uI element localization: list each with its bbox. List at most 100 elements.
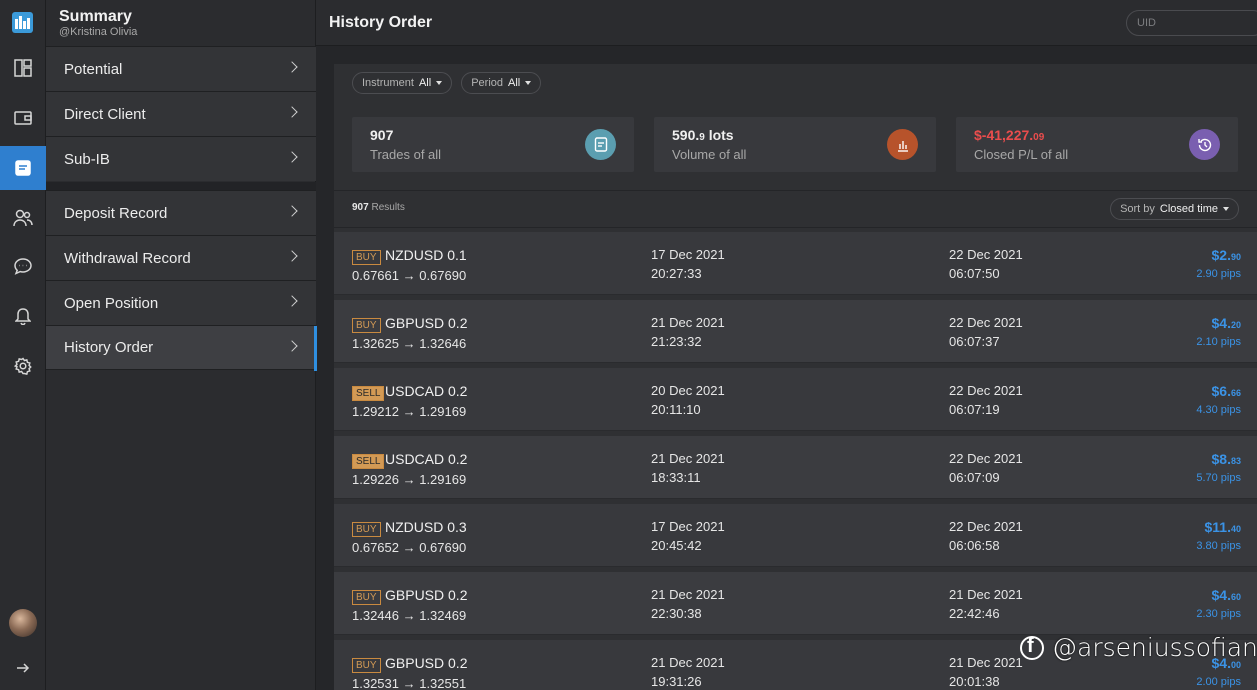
profit-value: $4.20 (1211, 315, 1241, 331)
close-time: 06:06:58 (949, 538, 1000, 553)
instrument-filter[interactable]: Instrument All (352, 72, 453, 94)
period-filter-value: All (508, 77, 521, 89)
history-clock-icon (1189, 129, 1220, 160)
close-time: 06:07:50 (949, 266, 1000, 281)
open-date: 17 Dec 2021 (651, 519, 725, 534)
close-time: 06:07:19 (949, 402, 1000, 417)
sidebar-item-label: Deposit Record (64, 204, 168, 222)
open-time: 22:30:38 (651, 606, 702, 621)
sidebar-item-direct-client[interactable]: Direct Client (46, 91, 316, 136)
instrument-pair: GBPUSD 0.2 (385, 587, 468, 603)
filter-bar: Instrument All Period All (352, 72, 542, 94)
price-range: 1.29212 → 1.29169 (352, 404, 467, 419)
bell-icon[interactable] (0, 294, 46, 338)
open-date: 21 Dec 2021 (651, 587, 725, 602)
side-badge: BUY (352, 590, 381, 605)
order-row[interactable]: BUY GBPUSD 0.2 1.32625 → 1.32646 21 Dec 202… (334, 300, 1257, 363)
open-date: 21 Dec 2021 (651, 451, 725, 466)
arrow-right-icon[interactable] (0, 646, 46, 690)
side-badge: BUY (352, 318, 381, 333)
instrument-pair: GBPUSD 0.2 (385, 655, 468, 671)
sort-dropdown[interactable]: Sort by Closed time (1110, 198, 1239, 220)
sort-label: Sort by (1120, 203, 1155, 215)
open-date: 21 Dec 2021 (651, 655, 725, 670)
sidebar-header: Summary @Kristina Olivia (46, 0, 315, 46)
sidebar-item-label: History Order (64, 339, 154, 356)
pips-value: 3.80 pips (1196, 540, 1241, 552)
order-row[interactable]: BUY GBPUSD 0.2 1.32446 → 1.32469 21 Dec 202… (334, 572, 1257, 635)
stat-volume-label: Volume of all (672, 147, 747, 162)
order-row[interactable]: BUY NZDUSD 0.3 0.67652 → 0.67690 17 Dec 202… (334, 504, 1257, 567)
avatar[interactable] (9, 609, 37, 637)
price-range: 0.67652 → 0.67690 (352, 540, 467, 555)
chevron-right-icon (286, 151, 298, 163)
profit-value: $6.66 (1211, 383, 1241, 399)
instrument-pair: USDCAD 0.2 (385, 383, 468, 399)
instrument-pair: NZDUSD 0.1 (385, 247, 467, 263)
sidebar-subtitle: @Kristina Olivia (59, 26, 138, 38)
stat-pl-label: Closed P/L of all (974, 147, 1069, 162)
open-time: 21:23:32 (651, 334, 702, 349)
caret-down-icon (1223, 207, 1229, 211)
stat-card-volume: 590.9 lots Volume of all (654, 117, 936, 172)
open-time: 18:33:11 (651, 470, 701, 485)
watermark: @arseniussofian (1020, 633, 1257, 662)
close-date: 21 Dec 2021 (949, 655, 1023, 670)
side-badge: SELL (352, 386, 385, 401)
document-icon[interactable] (0, 146, 46, 190)
price-range: 0.67661 → 0.67690 (352, 268, 467, 283)
side-badge: BUY (352, 250, 381, 265)
side-badge: SELL (352, 454, 385, 469)
order-row[interactable]: BUY NZDUSD 0.1 0.67661 → 0.67690 17 Dec 202… (334, 232, 1257, 295)
sidebar-item-potential[interactable]: Potential (46, 46, 316, 91)
facebook-icon (1020, 635, 1044, 660)
settings-icon[interactable] (0, 344, 46, 388)
stat-volume-value: 590.9 lots (672, 127, 734, 143)
profit-value: $2.90 (1211, 247, 1241, 263)
logo-icon[interactable] (12, 12, 33, 33)
close-time: 06:07:09 (949, 470, 1000, 485)
chevron-right-icon (286, 340, 298, 352)
side-badge: BUY (352, 522, 381, 537)
close-date: 22 Dec 2021 (949, 451, 1023, 466)
close-time: 20:01:38 (949, 674, 1000, 689)
instrument-filter-label: Instrument (362, 77, 414, 89)
order-row[interactable]: SELL USDCAD 0.2 1.29226 → 1.29169 21 Dec 20… (334, 436, 1257, 499)
uid-search-input[interactable] (1126, 10, 1257, 36)
close-date: 22 Dec 2021 (949, 519, 1023, 534)
wallet-icon[interactable] (0, 96, 46, 140)
close-time: 06:07:37 (949, 334, 1000, 349)
open-time: 20:27:33 (651, 266, 702, 281)
pips-value: 2.90 pips (1196, 268, 1241, 280)
sidebar-item-withdrawal-record[interactable]: Withdrawal Record (46, 235, 316, 280)
chat-icon[interactable] (0, 244, 46, 288)
users-icon[interactable] (0, 196, 46, 240)
sidebar-item-open-position[interactable]: Open Position (46, 280, 316, 325)
stat-trades-label: Trades of all (370, 147, 442, 162)
page-title: History Order (329, 14, 433, 31)
sidebar: Summary @Kristina Olivia Potential Direc… (46, 0, 317, 690)
dashboard-icon[interactable] (0, 46, 46, 90)
sidebar-item-history-order[interactable]: History Order (46, 325, 317, 371)
profit-value: $4.60 (1211, 587, 1241, 603)
sidebar-item-deposit-record[interactable]: Deposit Record (46, 190, 316, 235)
sidebar-item-sub-ib[interactable]: Sub-IB (46, 136, 316, 181)
open-date: 17 Dec 2021 (651, 247, 725, 262)
sidebar-item-label: Sub-IB (64, 150, 110, 168)
chevron-right-icon (286, 205, 298, 217)
instrument-pair: NZDUSD 0.3 (385, 519, 467, 535)
order-row[interactable]: SELL USDCAD 0.2 1.29212 → 1.29169 20 Dec 20… (334, 368, 1257, 431)
pips-value: 5.70 pips (1196, 472, 1241, 484)
period-filter[interactable]: Period All (461, 72, 542, 94)
bar-chart-icon (887, 129, 918, 160)
side-badge: BUY (352, 658, 381, 673)
receipt-icon (585, 129, 616, 160)
results-bar: 907 Results Sort by Closed time (334, 190, 1257, 228)
pips-value: 2.30 pips (1196, 608, 1241, 620)
instrument-pair: GBPUSD 0.2 (385, 315, 468, 331)
stat-card-trades: 907 Trades of all (352, 117, 634, 172)
open-time: 20:11:10 (651, 402, 701, 417)
sidebar-item-label: Open Position (64, 294, 159, 312)
caret-down-icon (525, 81, 532, 85)
open-date: 21 Dec 2021 (651, 315, 725, 330)
